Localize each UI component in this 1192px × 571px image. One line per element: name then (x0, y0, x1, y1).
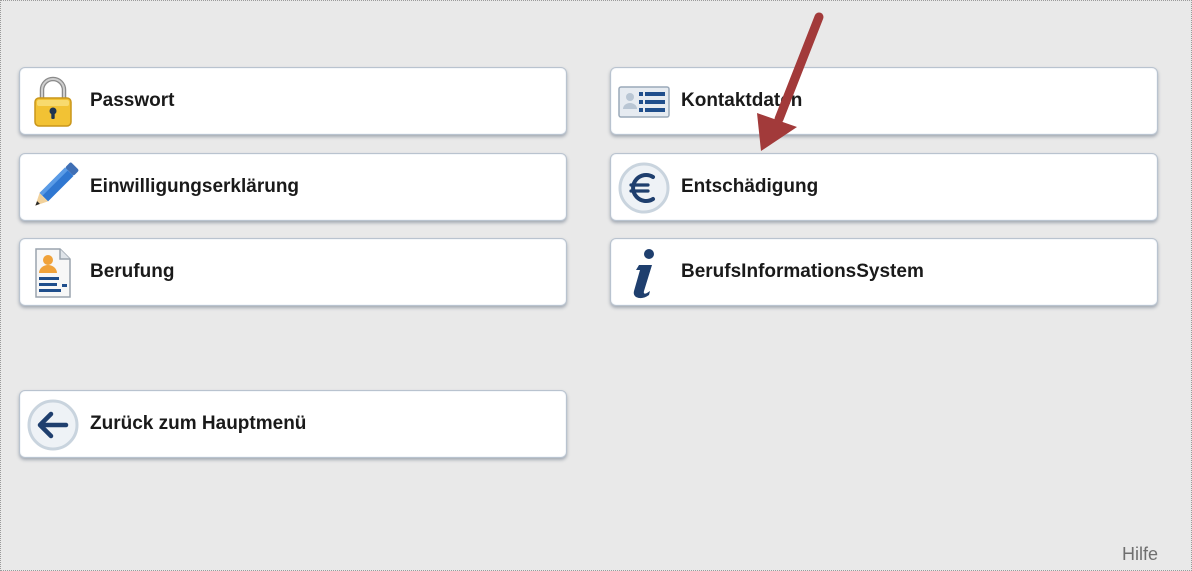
pencil-icon (26, 161, 80, 215)
career-information-system-button[interactable]: BerufsInformationsSystem (610, 238, 1158, 306)
contact-details-button[interactable]: Kontaktdaten (610, 67, 1158, 135)
career-information-system-label: BerufsInformationsSystem (681, 261, 924, 282)
info-icon (617, 246, 671, 300)
consent-label: Einwilligungserklärung (90, 176, 300, 197)
euro-icon (617, 161, 671, 215)
contact-details-label: Kontaktdaten (681, 90, 803, 111)
consent-button[interactable]: Einwilligungserklärung (19, 153, 567, 221)
person-document-icon (26, 246, 80, 300)
contact-card-icon (617, 75, 671, 129)
app-frame: Passwort Einwilligungserklärung Berufung… (0, 0, 1192, 571)
back-to-main-menu-button[interactable]: Zurück zum Hauptmenü (19, 390, 567, 458)
appointment-label: Berufung (90, 261, 175, 282)
lock-icon (26, 75, 80, 129)
arrow-left-icon (26, 398, 80, 452)
password-label: Passwort (90, 90, 175, 111)
help-link[interactable]: Hilfe (1122, 544, 1158, 565)
compensation-button[interactable]: Entschädigung (610, 153, 1158, 221)
compensation-label: Entschädigung (681, 176, 819, 197)
password-button[interactable]: Passwort (19, 67, 567, 135)
back-label: Zurück zum Hauptmenü (90, 413, 307, 434)
appointment-button[interactable]: Berufung (19, 238, 567, 306)
